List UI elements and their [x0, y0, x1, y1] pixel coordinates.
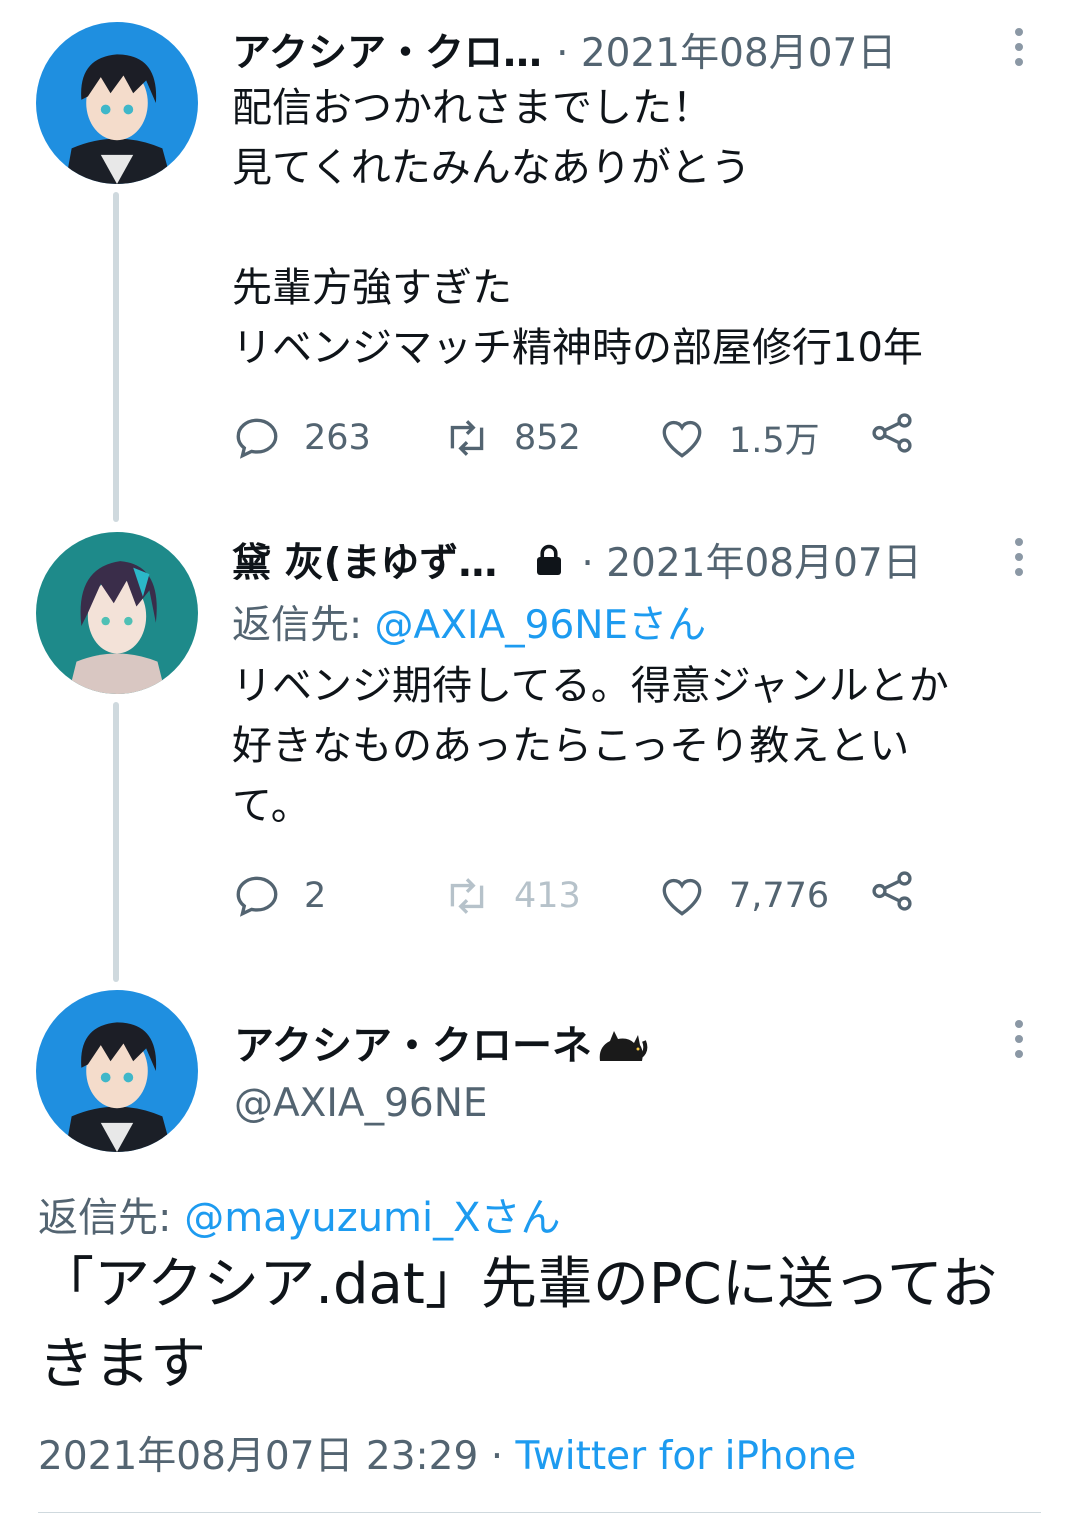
retweet-button: 413 — [442, 871, 657, 921]
avatar[interactable] — [36, 990, 198, 1152]
share-icon — [872, 413, 912, 453]
retweet-icon — [450, 877, 484, 914]
tweet-text: 配信おつかれさまでした！ 見てくれたみんなありがとう 先輩方強すぎた リベンジマ… — [232, 85, 923, 371]
like-count: 7,776 — [729, 875, 830, 916]
thread-line — [113, 192, 119, 522]
tweet-timestamp[interactable]: 2021年08月07日 23:29 — [38, 1434, 478, 1479]
retweet-count: 852 — [514, 417, 581, 458]
share-button[interactable] — [867, 408, 917, 467]
heart-icon — [662, 420, 702, 458]
author-name[interactable]: アクシア・クローネ 🐈‍⬛ — [234, 1013, 648, 1071]
reply-to: 返信先: @mayuzumi_Xさん — [38, 1185, 561, 1243]
reply-count: 2 — [304, 875, 327, 916]
more-options-icon[interactable] — [1009, 1020, 1029, 1058]
lock-icon — [531, 542, 567, 578]
reply-to: 返信先: @AXIA_96NEさん — [232, 594, 706, 650]
more-options-icon[interactable] — [1009, 28, 1029, 66]
reply-to-label: 返信先: — [232, 603, 375, 648]
tweet-actions: 2 413 7,776 — [232, 866, 917, 925]
tweet-date[interactable]: · 2021年08月07日 — [556, 22, 896, 78]
retweet-button[interactable]: 852 — [442, 413, 657, 463]
tweet-meta: 2021年08月07日 23:29 · Twitter for iPhone — [38, 1425, 856, 1481]
like-button[interactable]: 7,776 — [657, 871, 867, 921]
tweet-date[interactable]: · 2021年08月07日 — [581, 532, 921, 588]
reply-to-handle[interactable]: @AXIA_96NEさん — [375, 603, 707, 648]
tweet-header: アクシア・クロ… · 2021年08月07日 — [232, 22, 896, 78]
cat-icon — [599, 1031, 648, 1061]
more-options-icon[interactable] — [1009, 538, 1029, 576]
tweet-text: リベンジ期待してる。得意ジャンルとか 好きなものあったらこっそり教えとい て。 — [232, 663, 949, 829]
author-name[interactable]: 黛 灰(まゆず… — [232, 532, 497, 588]
author-handle[interactable]: @AXIA_96NE — [234, 1081, 488, 1126]
like-count: 1.5万 — [729, 421, 820, 461]
reply-button[interactable]: 263 — [232, 413, 442, 463]
reply-count: 263 — [304, 417, 371, 458]
tweet-header: 黛 灰(まゆず… · 2021年08月07日 — [232, 532, 922, 588]
divider — [38, 1512, 1041, 1513]
avatar[interactable] — [36, 22, 198, 184]
heart-icon — [662, 878, 702, 916]
tweet-source[interactable]: Twitter for iPhone — [516, 1434, 857, 1479]
tweet-text: 「アクシア.dat」先輩のPCに送っておきます — [38, 1252, 998, 1397]
author-name-text: アクシア・クローネ — [234, 1023, 592, 1069]
reply-icon — [236, 876, 278, 917]
reply-to-label: 返信先: — [38, 1195, 185, 1241]
retweet-count: 413 — [514, 875, 581, 916]
like-button[interactable]: 1.5万 — [657, 412, 867, 463]
reply-to-handle[interactable]: @mayuzumi_Xさん — [184, 1195, 560, 1241]
reply-icon — [236, 418, 278, 459]
reply-button[interactable]: 2 — [232, 871, 442, 921]
tweet-actions: 263 852 1.5万 — [232, 408, 917, 467]
avatar[interactable] — [36, 532, 198, 694]
share-button[interactable] — [867, 866, 917, 925]
share-icon — [872, 871, 912, 911]
meta-separator: · — [478, 1434, 516, 1479]
thread-line — [113, 702, 119, 982]
retweet-icon — [450, 419, 484, 456]
author-name[interactable]: アクシア・クロ… — [232, 22, 542, 78]
